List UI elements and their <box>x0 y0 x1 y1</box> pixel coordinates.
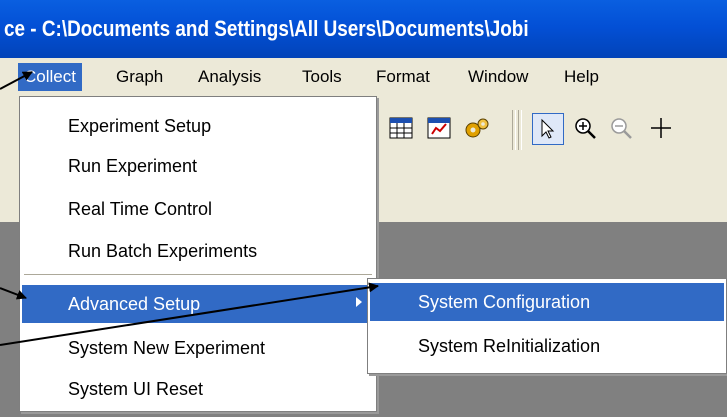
annotation-arrow-advanced-setup <box>0 287 27 300</box>
annotation-arrows <box>0 71 379 346</box>
annotation-arrow-collect <box>0 71 33 90</box>
annotation-arrow-system-configuration <box>0 282 379 346</box>
